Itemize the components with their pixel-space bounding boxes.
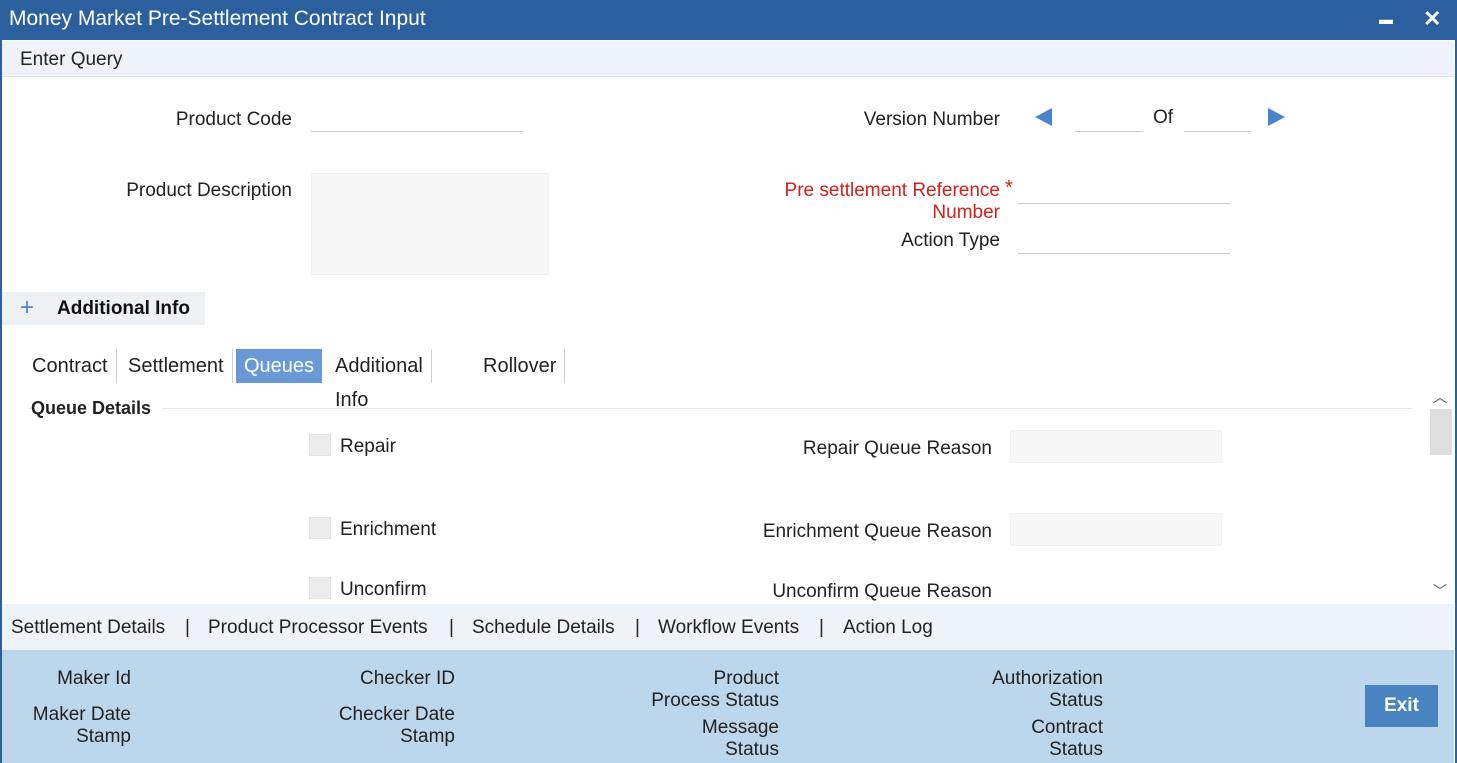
checker-date-line2: Stamp — [400, 726, 455, 747]
enrichment-label: Enrichment — [340, 519, 437, 540]
plus-icon: + — [20, 294, 35, 321]
settlement-details-link[interactable]: Settlement Details — [11, 617, 165, 639]
message-status-label: Message Status — [620, 717, 779, 761]
pre-settlement-ref-input[interactable] — [1018, 180, 1230, 204]
checker-id-label: Checker ID — [359, 668, 455, 689]
enrichment-checkbox[interactable] — [309, 517, 331, 539]
subnav-separator: | — [635, 617, 640, 638]
repair-queue-reason-field[interactable] — [1010, 430, 1222, 463]
workflow-events-link[interactable]: Workflow Events — [658, 617, 799, 639]
unconfirm-label: Unconfirm — [340, 579, 427, 600]
product-process-line2: Process Status — [651, 690, 779, 711]
version-current-input[interactable] — [1075, 108, 1143, 132]
subnav-bar: Settlement Details | Product Processor E… — [2, 604, 1454, 650]
tab-settlement[interactable]: Settlement — [120, 349, 233, 383]
subnav-separator: | — [185, 617, 190, 638]
window-title: Money Market Pre-Settlement Contract Inp… — [9, 7, 426, 30]
vertical-scrollbar[interactable]: ︿ ﹀ — [1428, 383, 1453, 603]
unconfirm-checkbox[interactable] — [309, 577, 331, 599]
product-process-status-label: Product Process Status — [620, 668, 779, 712]
maker-date-line2: Stamp — [76, 726, 131, 747]
scroll-down-icon[interactable]: ﹀ — [1432, 581, 1448, 599]
pre-settlement-ref-label: Pre settlement Reference Number — [740, 180, 1000, 224]
window-titlebar: Money Market Pre-Settlement Contract Inp… — [0, 0, 1457, 40]
message-status-line1: Message — [701, 717, 779, 738]
queue-details-title: Queue Details — [31, 398, 164, 419]
schedule-details-link[interactable]: Schedule Details — [472, 617, 615, 639]
maker-date-stamp-label: Maker Date Stamp — [11, 704, 131, 748]
tab-queues[interactable]: Queues — [236, 349, 323, 383]
scrollbar-thumb[interactable] — [1430, 409, 1452, 455]
action-type-input[interactable] — [1018, 230, 1230, 254]
product-code-input[interactable] — [311, 108, 523, 132]
repair-label: Repair — [340, 436, 396, 457]
tab-contract[interactable]: Contract — [24, 349, 117, 383]
product-processor-events-link[interactable]: Product Processor Events — [208, 617, 428, 639]
scroll-up-icon[interactable]: ︿ — [1432, 387, 1448, 405]
contract-status-line1: Contract — [1031, 717, 1103, 738]
version-of-label: Of — [1152, 107, 1174, 128]
toolbar: Enter Query — [2, 41, 1454, 77]
previous-version-icon[interactable] — [1035, 108, 1052, 126]
required-marker: * — [1005, 177, 1013, 199]
unconfirm-queue-reason-label: Unconfirm Queue Reason — [772, 581, 992, 602]
subnav-separator: | — [449, 617, 454, 638]
enrichment-queue-reason-field[interactable] — [1010, 513, 1222, 546]
subnav-separator: | — [819, 617, 824, 638]
action-log-link[interactable]: Action Log — [843, 617, 933, 639]
enrichment-queue-reason-label: Enrichment Queue Reason — [762, 521, 992, 542]
next-version-icon[interactable] — [1268, 108, 1285, 126]
contract-status-line2: Status — [1049, 739, 1103, 760]
version-total-input[interactable] — [1184, 108, 1251, 132]
authorization-status-label: Authorization Status — [960, 668, 1103, 712]
version-number-label: Version Number — [863, 109, 1000, 130]
product-description-label: Product Description — [126, 180, 292, 201]
pre-settlement-ref-label-line1: Pre settlement Reference — [784, 180, 1000, 201]
additional-info-toggle[interactable]: + Additional Info — [2, 292, 205, 325]
repair-queue-reason-label: Repair Queue Reason — [802, 438, 992, 459]
maker-id-label: Maker Id — [57, 668, 131, 689]
product-code-label: Product Code — [175, 109, 292, 130]
tab-rollover[interactable]: Rollover — [475, 349, 566, 383]
additional-info-label: Additional Info — [57, 298, 190, 319]
pre-settlement-ref-label-line2: Number — [932, 202, 1000, 223]
maker-date-line1: Maker Date — [32, 704, 131, 725]
repair-checkbox[interactable] — [309, 434, 331, 456]
checker-date-line1: Checker Date — [338, 704, 455, 725]
exit-button[interactable]: Exit — [1365, 685, 1438, 727]
close-icon[interactable]: ✕ — [1423, 6, 1441, 32]
authorization-line1: Authorization — [992, 668, 1103, 689]
tab-additional-info[interactable]: Additional Info — [327, 349, 432, 411]
authorization-line2: Status — [1049, 690, 1103, 711]
product-process-line1: Product — [713, 668, 779, 689]
minimize-icon[interactable]: ▬ — [1379, 11, 1393, 27]
checker-date-stamp-label: Checker Date Stamp — [320, 704, 455, 748]
contract-status-label: Contract Status — [960, 717, 1103, 761]
section-divider — [28, 408, 1412, 409]
action-type-label: Action Type — [901, 230, 1000, 251]
message-status-line2: Status — [725, 739, 779, 760]
enter-query-button[interactable]: Enter Query — [20, 49, 122, 71]
product-description-field[interactable] — [311, 173, 549, 275]
